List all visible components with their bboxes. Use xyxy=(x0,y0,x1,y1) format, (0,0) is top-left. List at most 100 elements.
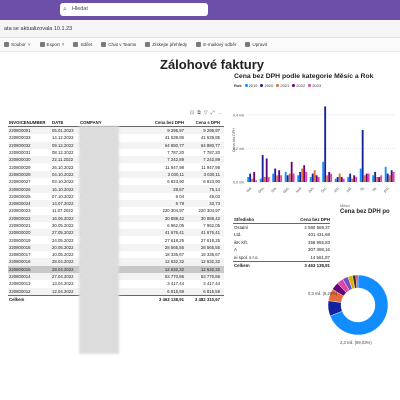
bar xyxy=(363,175,366,182)
donut-data-label: 2,3 mil. (69,03%) xyxy=(340,340,372,345)
chevron-down-icon: ˅ xyxy=(61,42,65,47)
teams-chat-button[interactable]: Chat v Teams xyxy=(101,42,136,47)
table-cell: 24.05.2022 xyxy=(52,237,74,243)
column-header[interactable]: Cena s DPH xyxy=(184,120,220,125)
table-cell: 9 295,97 xyxy=(203,128,220,134)
table-cell: 22.11.2022 xyxy=(52,157,74,163)
legend-item[interactable]: 2022 xyxy=(292,83,305,88)
more-options-icon[interactable]: … xyxy=(218,110,223,116)
bar xyxy=(278,170,281,182)
bar xyxy=(309,176,312,182)
table-cell: 220 304,97 xyxy=(198,208,220,214)
copy-icon[interactable]: ⧉ xyxy=(197,110,201,116)
table-cell: 6 823,90 xyxy=(203,179,220,185)
file-menu-button[interactable]: Soubor ˅ xyxy=(4,42,31,47)
legend-item[interactable]: 2021 xyxy=(276,83,289,88)
bar-chart-title: Cena bez DPH podle kategorie Měsíc a Rok xyxy=(234,73,374,80)
column-header[interactable]: COMPANY xyxy=(80,120,148,125)
report-toolbar: Soubor ˅ Export ˅ Sdílet Chat v Teams Získ… xyxy=(0,38,400,52)
table-cell: 30.05.2022 xyxy=(52,223,74,228)
legend-label: 2023 xyxy=(312,83,322,88)
legend-label: 2022 xyxy=(296,83,306,88)
table-cell: 220800031 xyxy=(9,150,31,156)
table-cell: 6 04 xyxy=(175,193,184,199)
x-tick-label: led. xyxy=(246,186,253,193)
legend-item[interactable]: 2019 xyxy=(244,83,257,88)
x-tick-label: lis. xyxy=(372,186,378,192)
toolbar-label: Soubor xyxy=(11,42,26,47)
table-cell: ikK Kft. xyxy=(234,239,248,245)
column-header[interactable]: Středisko xyxy=(233,217,287,222)
column-header[interactable]: Cena bez DPH xyxy=(148,120,184,125)
search-placeholder: Hledat xyxy=(72,6,88,12)
visual-header-icons: ⊡ ⧉ ▽ ⤢ … xyxy=(190,110,223,116)
bar xyxy=(353,175,356,182)
category-row[interactable]: Ostatní 2 580 569,37 xyxy=(233,224,330,232)
export-button[interactable]: Export ˅ xyxy=(39,42,65,47)
bar xyxy=(386,173,389,182)
edit-button[interactable]: Upravit xyxy=(245,42,267,47)
category-row[interactable]: A 307 388,16 xyxy=(233,246,330,254)
donut-chart-title: Cena bez DPH po xyxy=(340,209,390,215)
bar xyxy=(340,176,343,182)
share-button[interactable]: Sdílet xyxy=(73,42,92,47)
subscribe-button[interactable]: E-mailový odběr xyxy=(196,42,236,47)
legend-item[interactable]: 2023 xyxy=(308,83,321,88)
table-cell: 12 632,32 xyxy=(164,266,184,272)
bar xyxy=(305,171,308,182)
table-cell: 09.12.2022 xyxy=(52,142,74,148)
bar xyxy=(255,180,258,182)
x-tick-label: dub. xyxy=(282,186,290,194)
table-cell: 26.10.2022 xyxy=(52,164,74,170)
table-cell: 7 242,89 xyxy=(203,157,220,163)
bar xyxy=(351,178,354,182)
insights-button[interactable]: Získejte přehledy xyxy=(145,42,187,47)
browser-window: ⌕ Hledat ata se aktualizovala 10.1.23 So… xyxy=(0,0,400,372)
bar xyxy=(301,168,304,182)
table-cell: 220800030 xyxy=(9,157,31,163)
table-cell: 64 880,77 xyxy=(164,142,184,148)
table-cell: 358 955,83 xyxy=(308,239,330,245)
table-cell: 7 962,05 xyxy=(203,223,220,228)
category-row[interactable]: Ltd. 401 431,68 xyxy=(233,231,330,239)
table-cell: 6 78 xyxy=(175,201,184,207)
table-cell: 2 580 569,37 xyxy=(304,224,330,230)
x-tick-label: čvc. xyxy=(320,186,328,194)
column-header[interactable]: INVOICENUMBER xyxy=(8,120,52,125)
column-header[interactable]: DATE xyxy=(52,120,80,125)
table-cell: 3 417,44 xyxy=(167,281,184,287)
focus-mode-icon[interactable]: ⤢ xyxy=(211,110,215,116)
filter-icon[interactable]: ▽ xyxy=(204,110,208,116)
table-cell: 220800033 xyxy=(9,135,31,141)
table-cell: 18 335,67 xyxy=(200,252,220,258)
bar xyxy=(347,176,350,182)
table-cell: 12 632,32 xyxy=(200,259,220,265)
table-cell: 20.05.2022 xyxy=(52,244,74,250)
table-cell: 12 632,32 xyxy=(200,266,220,272)
table-cell: 14.12.2022 xyxy=(52,135,74,141)
teams-icon xyxy=(101,42,107,47)
table-cell: A xyxy=(234,247,237,253)
category-row[interactable]: ikK Kft. 358 955,83 xyxy=(233,239,330,247)
table-cell: 220800024 xyxy=(9,201,31,207)
toolbar-label: Chat v Teams xyxy=(108,42,137,47)
bar xyxy=(322,161,325,182)
category-row[interactable]: ei spol. s r.o. 14 561,87 xyxy=(233,254,330,262)
bar xyxy=(374,171,377,182)
bar xyxy=(355,176,358,182)
toolbar-label: Upravit xyxy=(252,42,267,47)
legend-marker xyxy=(292,84,296,87)
legend-label: 2021 xyxy=(280,83,290,88)
column-header[interactable]: Cena bez DPH xyxy=(287,217,330,222)
bar xyxy=(274,168,277,182)
bar xyxy=(349,173,352,182)
table-cell: 12.04.2022 xyxy=(52,288,74,294)
table-cell: 220800027 xyxy=(9,179,31,185)
table-cell: 08.12.2022 xyxy=(52,150,74,156)
legend-item[interactable]: 2020 xyxy=(260,83,273,88)
legend-marker xyxy=(308,84,312,87)
table-cell: 3 030,11 xyxy=(167,171,184,177)
table-cell: 11.07.2022 xyxy=(52,208,74,214)
search-input[interactable]: ⌕ Hledat xyxy=(60,3,208,16)
pin-icon[interactable]: ⊡ xyxy=(190,110,194,116)
